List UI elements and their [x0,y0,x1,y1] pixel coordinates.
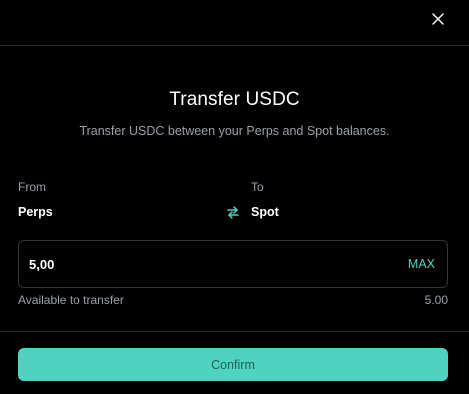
to-label: To [251,180,264,194]
available-value: 5.00 [424,293,448,307]
close-icon [432,13,444,25]
max-button[interactable]: MAX [408,257,435,271]
dialog-header [0,0,469,46]
swap-direction-button[interactable] [225,205,241,219]
dialog-title: Transfer USDC [169,89,300,110]
amount-field: MAX [18,240,448,288]
amount-input[interactable] [29,254,369,274]
to-account: Spot [251,205,279,219]
close-button[interactable] [428,9,448,29]
dialog-subtitle: Transfer USDC between your Perps and Spo… [79,124,390,138]
transfer-usdc-dialog: Transfer USDC Transfer USDC between your… [0,0,469,394]
from-label: From [18,180,46,194]
footer-divider [0,331,469,332]
confirm-button[interactable]: Confirm [18,348,448,381]
available-label: Available to transfer [18,293,124,307]
from-account: Perps [18,205,53,219]
swap-arrows-icon [227,205,239,219]
